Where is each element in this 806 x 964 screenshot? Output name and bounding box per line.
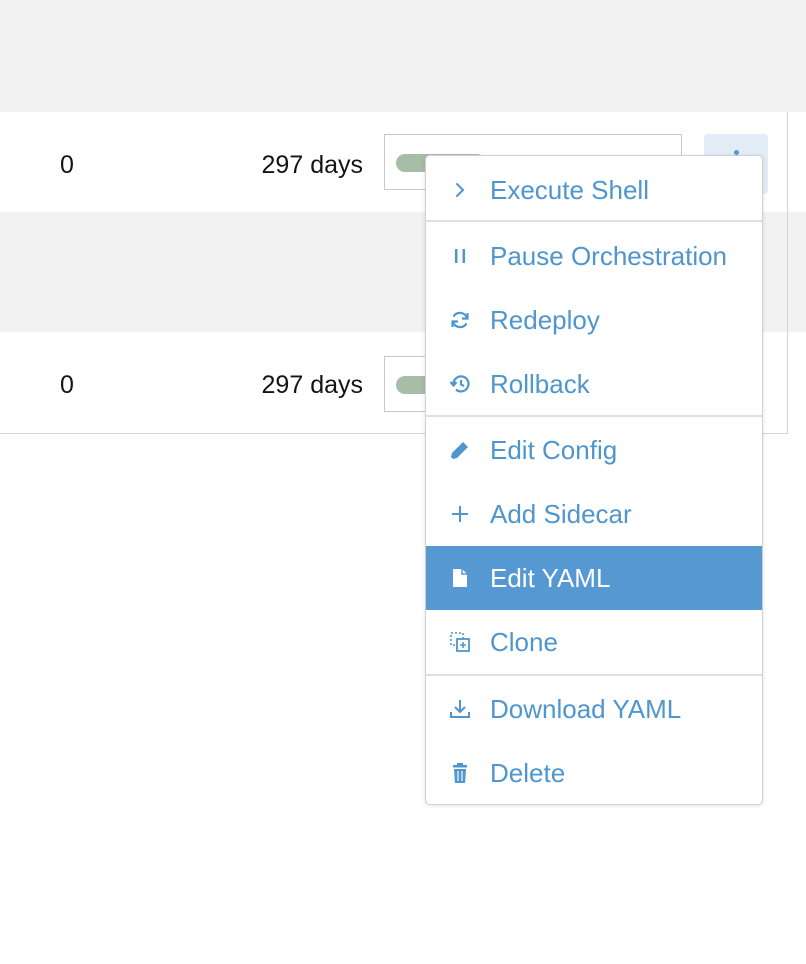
file-icon [449,567,471,589]
menu-divider [426,674,762,676]
menu-item-label: Execute Shell [490,175,649,205]
menu-item-label: Download YAML [490,694,682,724]
menu-item-label: Delete [490,758,566,788]
pencil-icon [449,439,471,461]
menu-item-label: Redeploy [490,305,600,335]
copy-icon [449,631,471,653]
download-icon [449,698,471,720]
chevron-right-icon [449,179,471,201]
table-border-right [787,112,788,434]
menu-item-label: Edit YAML [490,563,611,593]
menu-divider [426,220,762,222]
restarts-cell: 0 [60,151,74,179]
refresh-icon [449,309,471,331]
plus-icon [449,503,471,525]
menu-item-rollback[interactable]: Rollback [426,352,762,416]
restarts-cell: 0 [60,371,74,399]
menu-item-pause-orchestration[interactable]: Pause Orchestration [426,224,762,288]
menu-item-label: Pause Orchestration [490,241,728,271]
menu-item-edit-yaml[interactable]: Edit YAML [426,546,762,610]
menu-item-label: Clone [490,627,558,657]
age-cell: 297 days [261,371,363,399]
table-header-band [0,0,806,112]
age-cell: 297 days [261,151,363,179]
menu-item-download-yaml[interactable]: Download YAML [426,677,762,741]
menu-item-redeploy[interactable]: Redeploy [426,288,762,352]
actions-dropdown-menu: Execute Shell Pause Orchestration Redepl… [425,155,763,805]
menu-divider [426,415,762,417]
menu-item-label: Add Sidecar [490,499,632,529]
menu-item-add-sidecar[interactable]: Add Sidecar [426,482,762,546]
pause-icon [449,245,471,267]
menu-item-delete[interactable]: Delete [426,741,762,804]
trash-icon [449,762,471,784]
page: 0 297 days 0 297 days Execute Shell Paus… [0,0,806,964]
menu-item-edit-config[interactable]: Edit Config [426,418,762,482]
menu-item-label: Rollback [490,369,590,399]
menu-item-execute-shell[interactable]: Execute Shell [426,158,762,222]
menu-item-label: Edit Config [490,435,618,465]
history-icon [449,373,471,395]
menu-item-clone[interactable]: Clone [426,610,762,674]
